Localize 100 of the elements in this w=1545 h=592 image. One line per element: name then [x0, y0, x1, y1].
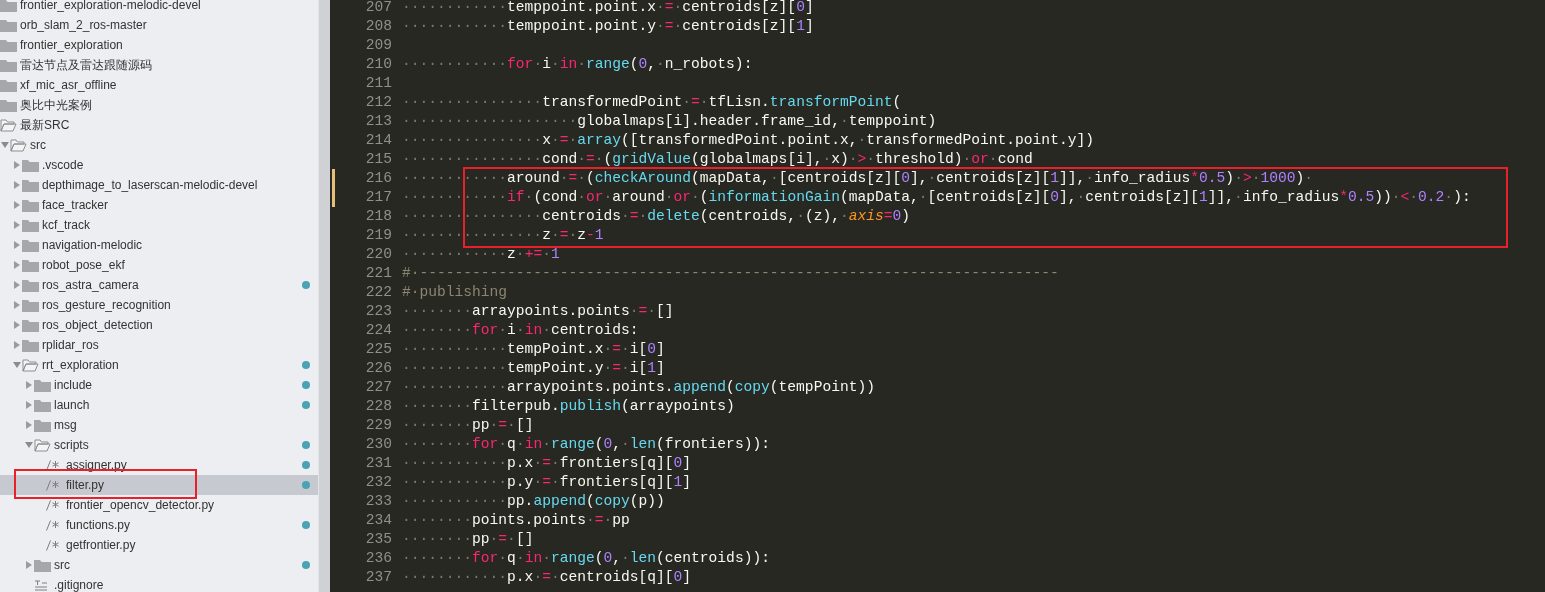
file-tree-item[interactable]: depthimage_to_laserscan-melodic-devel	[0, 175, 318, 195]
file-name: xf_mic_asr_offline	[20, 78, 117, 92]
line-number: 227	[365, 378, 392, 397]
caret-right-icon[interactable]	[13, 201, 21, 209]
line-number: 223	[365, 302, 392, 321]
file-tree-item[interactable]: 最新SRC	[0, 115, 318, 135]
file-tree-item[interactable]: 奥比中光案例	[0, 95, 318, 115]
file-tree-item[interactable]: ros_astra_camera	[0, 275, 318, 295]
file-tree-item[interactable]: frontier_opencv_detector.py	[0, 495, 318, 515]
code-line: ············for·i·in·range(0,·n_robots):	[402, 55, 753, 74]
folder-icon	[34, 558, 51, 572]
file-name: ros_object_detection	[42, 318, 153, 332]
file-tree-item[interactable]: msg	[0, 415, 318, 435]
file-tree-item[interactable]: launch	[0, 395, 318, 415]
file-tree-item[interactable]: robot_pose_ekf	[0, 255, 318, 275]
file-tree-item[interactable]: 雷达节点及雷达跟随源码	[0, 55, 318, 75]
folder-icon	[22, 238, 39, 252]
folder-icon	[34, 398, 51, 412]
code-file-icon	[46, 479, 59, 491]
file-tree-item[interactable]: .gitignore	[0, 575, 318, 592]
open-folder-icon	[10, 138, 27, 152]
file-name: scripts	[54, 438, 89, 452]
file-tree-item[interactable]: functions.py	[0, 515, 318, 535]
file-tree-item[interactable]: xf_mic_asr_offline	[0, 75, 318, 95]
line-number: 211	[365, 74, 392, 93]
caret-right-icon[interactable]	[13, 241, 21, 249]
text-file-icon	[34, 579, 48, 591]
file-name: ros_astra_camera	[42, 278, 139, 292]
folder-icon	[22, 278, 39, 292]
code-line: ········pp·=·[]	[402, 416, 534, 435]
code-line: ················cond·=·(gridValue(globalmaps[i],·x)·>·threshold)·or·cond	[402, 150, 1033, 169]
code-line: ········for·q·in·range(0,·len(centroids)):	[402, 549, 770, 568]
caret-right-icon[interactable]	[25, 421, 33, 429]
caret-right-icon[interactable]	[13, 301, 21, 309]
file-tree-item[interactable]: assigner.py	[0, 455, 318, 475]
file-tree-item[interactable]: getfrontier.py	[0, 535, 318, 555]
caret-down-icon[interactable]	[13, 361, 21, 369]
code-file-icon	[46, 459, 59, 471]
folder-icon	[22, 338, 39, 352]
folder-icon	[34, 378, 51, 392]
code-line: ············p.x·=·centroids[q][0]	[402, 568, 692, 587]
line-number: 224	[365, 321, 392, 340]
file-tree-item[interactable]: orb_slam_2_ros-master	[0, 15, 318, 35]
code-line: ············temppoint.point.y·=·centroids[z][1]	[402, 17, 814, 36]
line-number: 228	[365, 397, 392, 416]
caret-right-icon[interactable]	[13, 221, 21, 229]
file-name: rrt_exploration	[42, 358, 119, 372]
code-line: ········points.points·=·pp	[402, 511, 630, 530]
open-folder-icon	[34, 438, 51, 452]
file-tree-item[interactable]: frontier_exploration-melodic-devel	[0, 0, 318, 15]
file-name: src	[30, 138, 46, 152]
file-name: robot_pose_ekf	[42, 258, 125, 272]
file-name: launch	[54, 398, 90, 412]
file-name: orb_slam_2_ros-master	[20, 18, 147, 32]
file-tree-item[interactable]: include	[0, 375, 318, 395]
file-tree-item[interactable]: .vscode	[0, 155, 318, 175]
caret-right-icon[interactable]	[13, 341, 21, 349]
folder-icon	[22, 218, 39, 232]
code-line: ············z·+=·1	[402, 245, 560, 264]
line-number: 218	[365, 207, 392, 226]
file-tree-item[interactable]: face_tracker	[0, 195, 318, 215]
scrollbar[interactable]	[318, 0, 330, 592]
caret-right-icon[interactable]	[25, 381, 33, 389]
line-number: 213	[365, 112, 392, 131]
file-name: ros_gesture_recognition	[42, 298, 171, 312]
caret-down-icon[interactable]	[1, 141, 9, 149]
file-name: frontier_exploration-melodic-devel	[20, 0, 201, 12]
caret-down-icon[interactable]	[25, 441, 33, 449]
file-tree-item[interactable]: ros_object_detection	[0, 315, 318, 335]
file-tree-item[interactable]: rplidar_ros	[0, 335, 318, 355]
file-name: filter.py	[66, 478, 104, 492]
file-tree-item[interactable]: kcf_track	[0, 215, 318, 235]
file-name: getfrontier.py	[66, 538, 136, 552]
line-number: 237	[365, 568, 392, 587]
file-tree-item[interactable]: frontier_exploration	[0, 35, 318, 55]
file-name: include	[54, 378, 93, 392]
caret-right-icon[interactable]	[13, 281, 21, 289]
file-tree-item[interactable]: navigation-melodic	[0, 235, 318, 255]
caret-right-icon[interactable]	[25, 561, 33, 569]
folder-icon	[22, 318, 39, 332]
line-number: 236	[365, 549, 392, 568]
file-tree-item[interactable]: src	[0, 555, 318, 575]
caret-right-icon[interactable]	[13, 161, 21, 169]
code-line: ············pp.append(copy(p))	[402, 492, 665, 511]
file-name: .vscode	[42, 158, 84, 172]
caret-right-icon[interactable]	[13, 321, 21, 329]
code-line: ············temppoint.point.x·=·centroids[z][0]	[402, 0, 814, 17]
file-tree-item[interactable]: filter.py	[0, 475, 318, 495]
caret-right-icon[interactable]	[13, 181, 21, 189]
line-number: 222	[365, 283, 392, 302]
caret-right-icon[interactable]	[25, 401, 33, 409]
line-number: 225	[365, 340, 392, 359]
line-number: 210	[365, 55, 392, 74]
caret-right-icon[interactable]	[13, 261, 21, 269]
file-tree-item[interactable]: ros_gesture_recognition	[0, 295, 318, 315]
file-name: rplidar_ros	[42, 338, 99, 352]
file-tree-item[interactable]: scripts	[0, 435, 318, 455]
code-file-icon	[46, 539, 59, 551]
file-tree-item[interactable]: src	[0, 135, 318, 155]
file-tree-item[interactable]: rrt_exploration	[0, 355, 318, 375]
